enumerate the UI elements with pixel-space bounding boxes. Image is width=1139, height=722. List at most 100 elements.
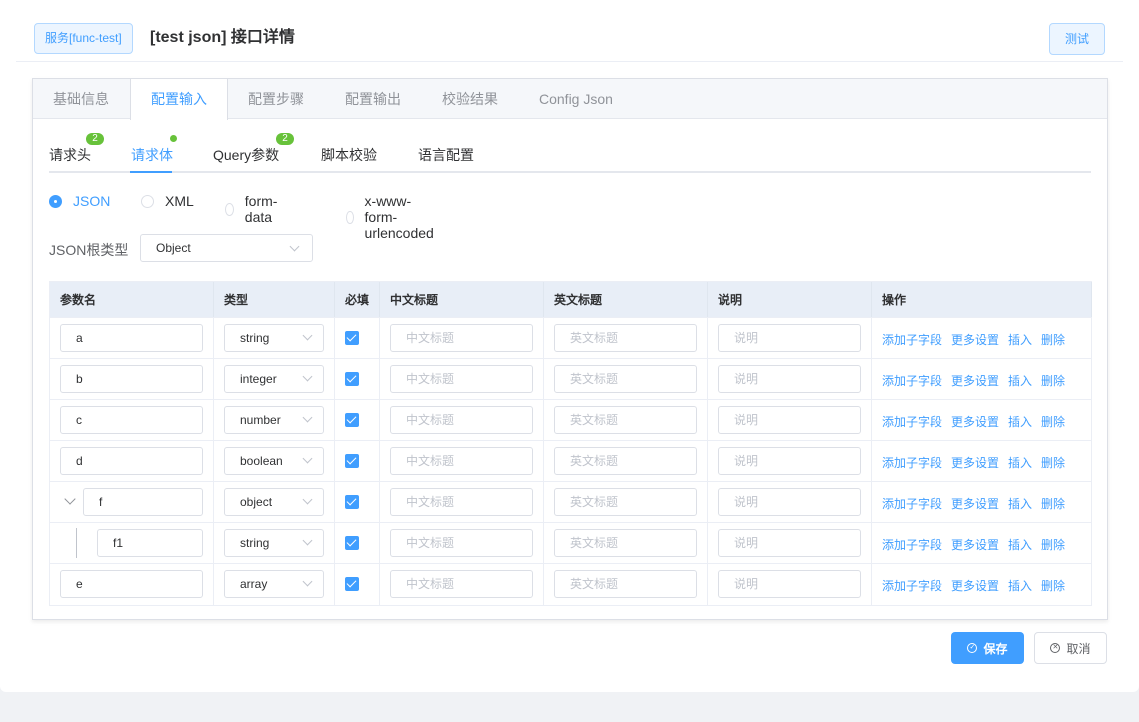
cell-required xyxy=(335,359,380,399)
param-name-input[interactable]: b xyxy=(60,365,203,393)
required-checkbox[interactable] xyxy=(345,454,359,468)
add-child-field-link[interactable]: 添加子字段 xyxy=(882,538,942,552)
desc-input[interactable]: 说明 xyxy=(718,406,861,434)
cell-desc: 说明 xyxy=(708,564,872,605)
tab-config-steps[interactable]: 配置步骤 xyxy=(228,79,325,118)
insert-link[interactable]: 插入 xyxy=(1008,415,1032,429)
cell-ops: 添加子字段 更多设置 插入 删除 xyxy=(872,482,1092,522)
cell-type: string xyxy=(214,523,335,563)
desc-input[interactable]: 说明 xyxy=(718,488,861,516)
tab-config-input[interactable]: 配置输入 xyxy=(130,79,228,120)
add-child-field-link[interactable]: 添加子字段 xyxy=(882,579,942,593)
json-root-type-select[interactable]: Object xyxy=(140,234,313,262)
sub-tabs: 请求头 2 请求体 Query参数 2 脚本校验 语言配置 xyxy=(49,133,1091,173)
en-title-input[interactable]: 英文标题 xyxy=(554,447,697,475)
subtab-query[interactable]: Query参数 2 xyxy=(213,133,294,165)
more-settings-link[interactable]: 更多设置 xyxy=(951,415,999,429)
delete-link[interactable]: 删除 xyxy=(1041,456,1065,470)
add-child-field-link[interactable]: 添加子字段 xyxy=(882,415,942,429)
more-settings-link[interactable]: 更多设置 xyxy=(951,579,999,593)
desc-input[interactable]: 说明 xyxy=(718,365,861,393)
required-checkbox[interactable] xyxy=(345,331,359,345)
radio-form-data[interactable]: form-data xyxy=(225,193,282,225)
more-settings-link[interactable]: 更多设置 xyxy=(951,497,999,511)
more-settings-link[interactable]: 更多设置 xyxy=(951,333,999,347)
insert-link[interactable]: 插入 xyxy=(1008,374,1032,388)
en-title-input[interactable]: 英文标题 xyxy=(554,365,697,393)
tab-basic-info[interactable]: 基础信息 xyxy=(33,79,130,118)
delete-link[interactable]: 删除 xyxy=(1041,579,1065,593)
required-checkbox[interactable] xyxy=(345,495,359,509)
param-type-select[interactable]: boolean xyxy=(224,447,324,475)
param-name-input[interactable]: f1 xyxy=(97,529,203,557)
param-name-input[interactable]: a xyxy=(60,324,203,352)
param-type-select[interactable]: number xyxy=(224,406,324,434)
en-title-input[interactable]: 英文标题 xyxy=(554,488,697,516)
cell-zh-title: 中文标题 xyxy=(380,523,544,563)
required-checkbox[interactable] xyxy=(345,413,359,427)
param-name-input[interactable]: d xyxy=(60,447,203,475)
tab-config-json[interactable]: Config Json xyxy=(519,79,634,118)
delete-link[interactable]: 删除 xyxy=(1041,538,1065,552)
desc-input[interactable]: 说明 xyxy=(718,447,861,475)
subtab-language[interactable]: 语言配置 xyxy=(418,145,474,165)
en-title-input[interactable]: 英文标题 xyxy=(554,529,697,557)
param-type-select[interactable]: string xyxy=(224,324,324,352)
subtab-script[interactable]: 脚本校验 xyxy=(321,145,377,165)
row-actions: 添加子字段 更多设置 插入 删除 xyxy=(882,495,1074,512)
more-settings-link[interactable]: 更多设置 xyxy=(951,538,999,552)
add-child-field-link[interactable]: 添加子字段 xyxy=(882,456,942,470)
en-title-input[interactable]: 英文标题 xyxy=(554,324,697,352)
radio-urlencoded[interactable]: x-www-form-urlencoded xyxy=(346,193,439,241)
param-type-select[interactable]: integer xyxy=(224,365,324,393)
zh-title-input[interactable]: 中文标题 xyxy=(390,570,533,598)
desc-input[interactable]: 说明 xyxy=(718,529,861,557)
cell-type: boolean xyxy=(214,441,335,481)
insert-link[interactable]: 插入 xyxy=(1008,538,1032,552)
zh-title-input[interactable]: 中文标题 xyxy=(390,365,533,393)
cancel-button[interactable]: ✕ 取消 xyxy=(1034,632,1107,664)
param-type-select[interactable]: array xyxy=(224,570,324,598)
zh-title-input[interactable]: 中文标题 xyxy=(390,406,533,434)
param-name-input[interactable]: e xyxy=(60,570,203,598)
en-title-input[interactable]: 英文标题 xyxy=(554,570,697,598)
desc-input[interactable]: 说明 xyxy=(718,570,861,598)
required-checkbox[interactable] xyxy=(345,372,359,386)
more-settings-link[interactable]: 更多设置 xyxy=(951,456,999,470)
zh-title-input[interactable]: 中文标题 xyxy=(390,447,533,475)
add-child-field-link[interactable]: 添加子字段 xyxy=(882,333,942,347)
desc-input[interactable]: 说明 xyxy=(718,324,861,352)
insert-link[interactable]: 插入 xyxy=(1008,497,1032,511)
subtab-body[interactable]: 请求体 xyxy=(131,135,177,165)
insert-link[interactable]: 插入 xyxy=(1008,456,1032,470)
zh-title-input[interactable]: 中文标题 xyxy=(390,324,533,352)
required-checkbox[interactable] xyxy=(345,536,359,550)
add-child-field-link[interactable]: 添加子字段 xyxy=(882,497,942,511)
param-name-input[interactable]: f xyxy=(83,488,203,516)
delete-link[interactable]: 删除 xyxy=(1041,374,1065,388)
chevron-down-icon[interactable] xyxy=(64,493,76,505)
more-settings-link[interactable]: 更多设置 xyxy=(951,374,999,388)
param-name-input[interactable]: c xyxy=(60,406,203,434)
radio-xml[interactable]: XML xyxy=(141,193,194,209)
radio-json[interactable]: JSON xyxy=(49,193,110,209)
save-button[interactable]: ✓ 保存 xyxy=(951,632,1024,664)
param-type-select[interactable]: string xyxy=(224,529,324,557)
param-type-select[interactable]: object xyxy=(224,488,324,516)
delete-link[interactable]: 删除 xyxy=(1041,415,1065,429)
required-checkbox[interactable] xyxy=(345,577,359,591)
subtab-headers[interactable]: 请求头 2 xyxy=(49,133,104,165)
add-child-field-link[interactable]: 添加子字段 xyxy=(882,374,942,388)
tab-validation-result[interactable]: 校验结果 xyxy=(422,79,519,118)
table-row: d boolean 中文标题 英文标题 说明 添加子字段 更多设置 插入 删除 xyxy=(50,441,1091,482)
insert-link[interactable]: 插入 xyxy=(1008,579,1032,593)
test-button[interactable]: 测试 xyxy=(1049,23,1105,55)
delete-link[interactable]: 删除 xyxy=(1041,333,1065,347)
insert-link[interactable]: 插入 xyxy=(1008,333,1032,347)
en-title-input[interactable]: 英文标题 xyxy=(554,406,697,434)
zh-title-input[interactable]: 中文标题 xyxy=(390,529,533,557)
delete-link[interactable]: 删除 xyxy=(1041,497,1065,511)
zh-title-input[interactable]: 中文标题 xyxy=(390,488,533,516)
tab-config-output[interactable]: 配置输出 xyxy=(325,79,422,118)
subtab-headers-label: 请求头 xyxy=(49,147,91,163)
